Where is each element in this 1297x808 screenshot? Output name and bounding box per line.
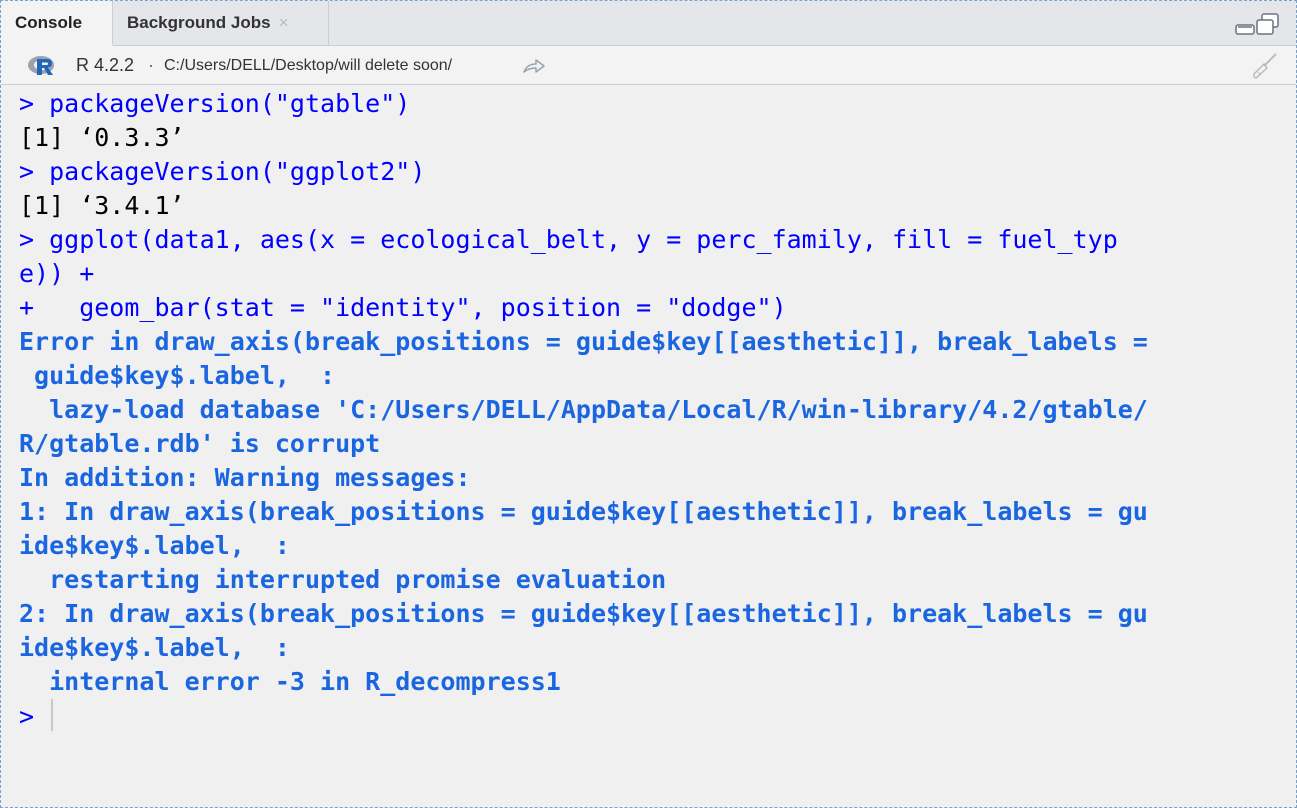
r-version-label: R 4.2.2: [76, 55, 135, 75]
console-line-cmd: > ggplot(data1, aes(x = ecological_belt,…: [19, 225, 1118, 254]
console-line-err: In addition: Warning messages:: [19, 463, 471, 492]
restore-icon[interactable]: [1256, 13, 1279, 35]
console-line-err: R/gtable.rdb' is corrupt: [19, 429, 381, 458]
console-line-cmd: > packageVersion("ggplot2"): [19, 157, 426, 186]
window-controls: [1230, 13, 1286, 37]
goto-directory-icon[interactable]: [521, 56, 547, 76]
console-line-err: 1: In draw_axis(break_positions = guide$…: [19, 497, 1148, 526]
console-line-cmd: + geom_bar(stat = "identity", position =…: [19, 293, 787, 322]
console-pane: Console Background Jobs × R 4.2.2 · C:/U…: [0, 0, 1297, 808]
console-line-err: Error in draw_axis(break_positions = gui…: [19, 327, 1148, 356]
console-line-err: lazy-load database 'C:/Users/DELL/AppDat…: [19, 395, 1148, 424]
console-line-err: 2: In draw_axis(break_positions = guide$…: [19, 599, 1148, 628]
working-directory-path: C:/Users/DELL/Desktop/will delete soon/: [164, 57, 453, 74]
separator-dot: ·: [148, 55, 154, 75]
tab-console[interactable]: Console: [1, 1, 113, 46]
console-line-cmd: e)) +: [19, 259, 95, 288]
console-line-out: [1] ‘3.4.1’: [19, 191, 185, 220]
broom-icon[interactable]: [1250, 52, 1280, 80]
minimize-icon[interactable]: [1235, 24, 1255, 35]
console-prompt: >: [19, 702, 50, 731]
pane-tab-bar: Console Background Jobs ×: [1, 1, 1296, 46]
tab-background-jobs[interactable]: Background Jobs ×: [113, 1, 329, 45]
console-line-err: ide$key$.label, :: [19, 633, 290, 662]
text-cursor: [51, 699, 54, 731]
console-info-bar: R 4.2.2 · C:/Users/DELL/Desktop/will del…: [1, 46, 1296, 85]
r-logo-icon: [28, 56, 54, 75]
console-line-out: [1] ‘0.3.3’: [19, 123, 185, 152]
console-line-err: restarting interrupted promise evaluatio…: [19, 565, 667, 594]
close-icon[interactable]: ×: [279, 13, 289, 32]
tab-console-label: Console: [15, 13, 83, 32]
console-output[interactable]: > packageVersion("gtable") [1] ‘0.3.3’ > p…: [19, 87, 1294, 733]
console-prompt-line[interactable]: >: [19, 699, 1294, 733]
console-line-cmd: > packageVersion("gtable"): [19, 89, 411, 118]
console-line-err: ide$key$.label, :: [19, 531, 290, 560]
console-line-err: internal error -3 in R_decompress1: [19, 667, 561, 696]
tab-background-jobs-label: Background Jobs: [127, 13, 271, 32]
console-line-err: guide$key$.label, :: [19, 361, 336, 390]
